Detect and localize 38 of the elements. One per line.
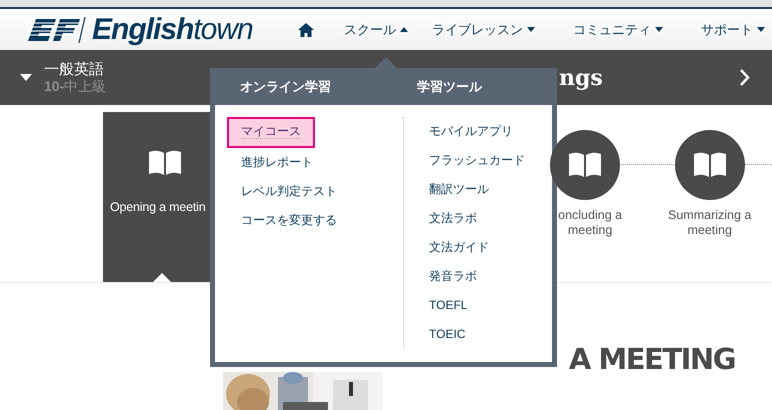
menu-item[interactable]: 文法ガイド — [429, 233, 489, 262]
caret-down-icon — [655, 27, 663, 32]
lesson-heading: A MEETING — [568, 341, 735, 376]
menu-item[interactable]: フラッシュカード — [429, 146, 525, 175]
book-icon — [568, 152, 602, 178]
book-icon — [148, 150, 182, 176]
menu-column-title: 学習ツール — [417, 78, 482, 96]
logo-wordmark[interactable]: Englishtown — [92, 12, 253, 46]
nav-menu[interactable]: スクール — [344, 20, 408, 38]
caret-down-icon — [527, 27, 535, 32]
course-level: 10-中上級 — [44, 78, 106, 94]
menu-column-title: オンライン学習 — [240, 78, 332, 96]
menu-item[interactable]: モバイルアプリ — [429, 117, 513, 146]
menu-item[interactable]: TOEFL — [429, 291, 468, 320]
menu-item[interactable]: TOEIC — [429, 320, 466, 349]
menu-item[interactable]: マイコース — [227, 117, 315, 148]
menu-item[interactable]: 翻訳ツール — [429, 175, 489, 204]
menu-item[interactable]: 文法ラボ — [429, 204, 477, 233]
caret-up-icon — [400, 27, 408, 32]
home-button[interactable] — [298, 22, 314, 36]
caret-down-icon — [757, 27, 765, 32]
card-pointer — [153, 273, 171, 282]
nav-menu[interactable]: サポート — [701, 20, 765, 38]
home-icon — [298, 22, 314, 36]
book-icon — [692, 152, 727, 178]
step-title: Summarizing a meeting — [667, 208, 752, 238]
nav-menu[interactable]: ライブレッスン — [432, 20, 535, 38]
menu-item[interactable]: レベル判定テスト — [227, 177, 351, 206]
course-name: 一般英語 — [44, 61, 105, 78]
logo-icon — [28, 16, 86, 42]
caret-down-icon[interactable] — [20, 74, 32, 81]
menu-item[interactable]: 発音ラボ — [429, 262, 477, 291]
step-title: oncluding a meeting — [557, 208, 624, 238]
chevron-right-icon[interactable] — [740, 69, 750, 86]
menu-item[interactable]: 進捗レポート — [227, 148, 327, 177]
lesson-title: ngs — [558, 64, 604, 90]
menu-item[interactable]: コースを変更する — [227, 206, 351, 235]
nav-menu[interactable]: コミュニティ — [573, 20, 663, 38]
